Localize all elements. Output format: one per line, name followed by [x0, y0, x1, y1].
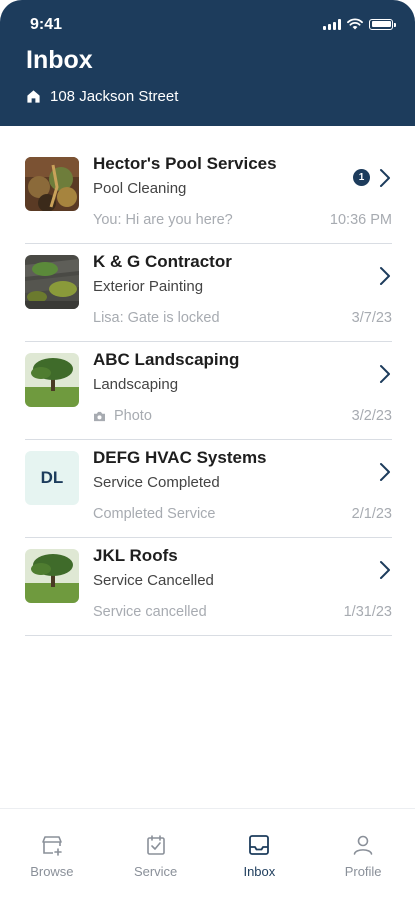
tab-label: Profile — [344, 864, 382, 879]
address-label: 108 Jackson Street — [50, 88, 179, 105]
message-preview: Lisa: Gate is locked — [93, 310, 220, 326]
signal-icon — [323, 18, 341, 30]
service-type: Service Completed — [93, 474, 220, 491]
inbox-icon — [249, 835, 270, 855]
tab-inbox[interactable]: Inbox — [208, 809, 312, 900]
conversation-row[interactable]: ABC Landscaping Landscaping Photo 3/2/23 — [25, 342, 392, 440]
conversation-row[interactable]: K & G Contractor Exterior Painting Lisa:… — [25, 244, 392, 342]
message-time: 1/31/23 — [343, 604, 392, 620]
status-icons — [323, 18, 396, 30]
conversation-row[interactable]: JKL Roofs Service Cancelled Service canc… — [25, 538, 392, 636]
tab-label: Inbox — [243, 864, 276, 879]
app-header: 9:41 Inbox 108 Jackson Street — [0, 0, 415, 126]
tab-label: Service — [133, 864, 178, 879]
profile-icon — [353, 835, 373, 855]
tree-photo-avatar — [25, 353, 79, 407]
tab-service[interactable]: Service — [104, 809, 208, 900]
status-time: 9:41 — [30, 16, 63, 33]
initials-avatar: DL — [25, 451, 79, 505]
message-preview: Completed Service — [93, 506, 216, 522]
browse-icon — [42, 836, 62, 856]
contractor-name: ABC Landscaping — [93, 350, 240, 369]
roof-photo-avatar — [25, 255, 79, 309]
contractor-name: JKL Roofs — [93, 546, 178, 565]
message-preview: Photo — [93, 408, 152, 424]
conversation-list: Hector's Pool Services Pool Cleaning You… — [25, 146, 392, 636]
tab-profile[interactable]: Profile — [311, 809, 415, 900]
unread-badge: 1 — [353, 169, 370, 186]
message-preview: Service cancelled — [93, 604, 207, 620]
message-time: 10:36 PM — [329, 212, 392, 228]
contractor-name: DEFG HVAC Systems — [93, 448, 267, 467]
home-icon — [27, 90, 40, 103]
pool-photo-avatar — [25, 157, 79, 211]
address-selector[interactable]: 108 Jackson Street — [26, 88, 178, 105]
tab-bar: Browse Service Inbox Profile — [0, 808, 415, 900]
service-icon — [146, 835, 165, 855]
contractor-name: Hector's Pool Services — [93, 154, 277, 173]
service-type: Landscaping — [93, 376, 179, 393]
chevron-right-icon — [380, 463, 390, 481]
battery-icon — [369, 18, 396, 30]
tree-photo-avatar — [25, 549, 79, 603]
message-time: 3/7/23 — [351, 310, 392, 326]
camera-icon — [94, 411, 105, 421]
chevron-right-icon — [380, 267, 390, 285]
conversation-row[interactable]: Hector's Pool Services Pool Cleaning You… — [25, 146, 392, 244]
chevron-right-icon — [380, 169, 390, 187]
page-title: Inbox — [26, 46, 93, 74]
message-preview: You: Hi are you here? — [93, 212, 233, 228]
contractor-name: K & G Contractor — [93, 252, 232, 271]
tab-label: Browse — [30, 864, 74, 879]
service-type: Exterior Painting — [93, 278, 204, 295]
conversation-row[interactable]: DL DEFG HVAC Systems Service Completed C… — [25, 440, 392, 538]
chevron-right-icon — [380, 561, 390, 579]
message-time: 3/2/23 — [351, 408, 392, 424]
service-type: Service Cancelled — [93, 572, 214, 589]
service-type: Pool Cleaning — [93, 180, 187, 197]
chevron-right-icon — [380, 365, 390, 383]
tab-browse[interactable]: Browse — [0, 809, 104, 900]
wifi-icon — [347, 18, 363, 30]
message-time: 2/1/23 — [351, 506, 392, 522]
status-bar: 9:41 — [0, 0, 415, 44]
